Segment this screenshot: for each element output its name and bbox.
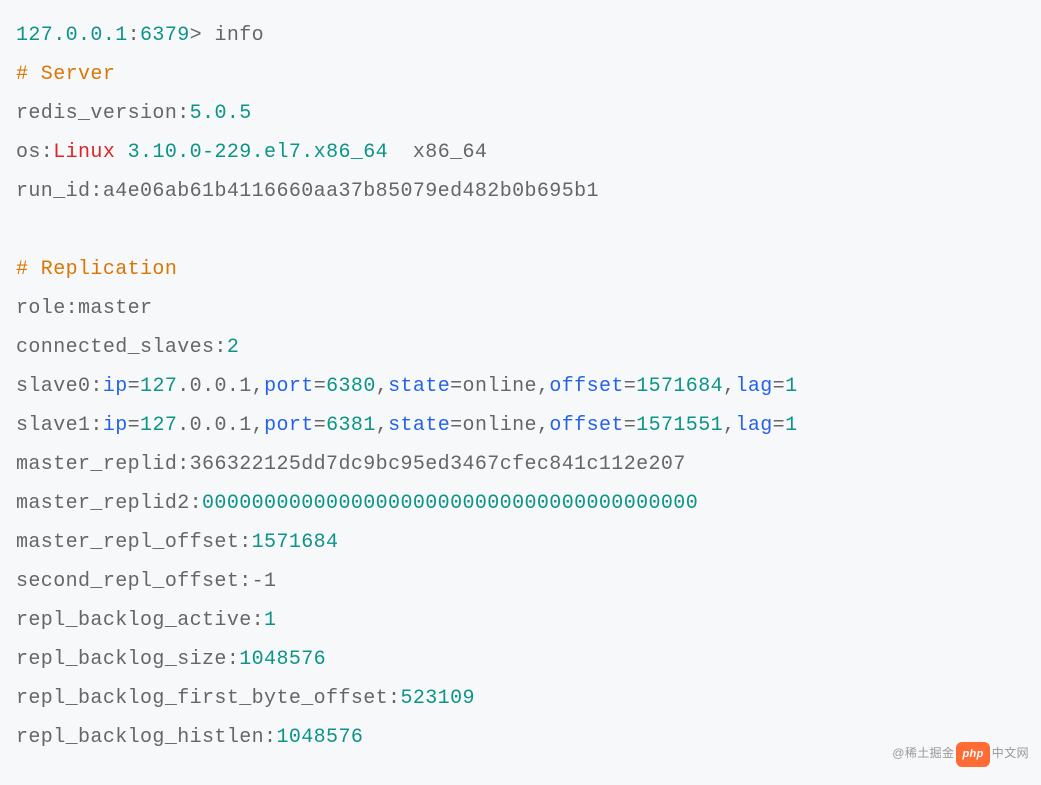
connected-slaves-line: connected_slaves:2: [16, 336, 239, 359]
redis-version-line: redis_version:5.0.5: [16, 102, 252, 125]
master-replid2-line: master_replid2:0000000000000000000000000…: [16, 492, 698, 515]
command-text: info: [214, 24, 264, 47]
run-id-line: run_id:a4e06ab61b4116660aa37b85079ed482b…: [16, 180, 599, 203]
master-replid-line: master_replid:366322125dd7dc9bc95ed3467c…: [16, 453, 686, 476]
repl-backlog-histlen-line: repl_backlog_histlen:1048576: [16, 726, 363, 749]
terminal-output: 127.0.0.1:6379> info # Server redis_vers…: [16, 16, 1025, 757]
role-line: role:master: [16, 297, 152, 320]
os-line: os:Linux 3.10.0-229.el7.x86_64 x86_64: [16, 141, 487, 164]
master-repl-offset-line: master_repl_offset:1571684: [16, 531, 338, 554]
server-section-header: # Server: [16, 63, 115, 86]
repl-backlog-active-line: repl_backlog_active:1: [16, 609, 276, 632]
attribution-watermark: @稀土掘金php中文网: [892, 742, 1029, 767]
repl-backlog-size-line: repl_backlog_size:1048576: [16, 648, 326, 671]
second-repl-offset-line: second_repl_offset:-1: [16, 570, 276, 593]
prompt-port: 6379: [140, 24, 190, 47]
replication-section-header: # Replication: [16, 258, 177, 281]
prompt-host: 127.0.0.1: [16, 24, 128, 47]
php-badge-icon: php: [956, 742, 989, 767]
repl-backlog-first-byte-offset-line: repl_backlog_first_byte_offset:523109: [16, 687, 475, 710]
prompt-line: 127.0.0.1:6379> info: [16, 24, 264, 47]
slave0-line: slave0:ip=127.0.0.1,port=6380,state=onli…: [16, 375, 797, 398]
slave1-line: slave1:ip=127.0.0.1,port=6381,state=onli…: [16, 414, 797, 437]
